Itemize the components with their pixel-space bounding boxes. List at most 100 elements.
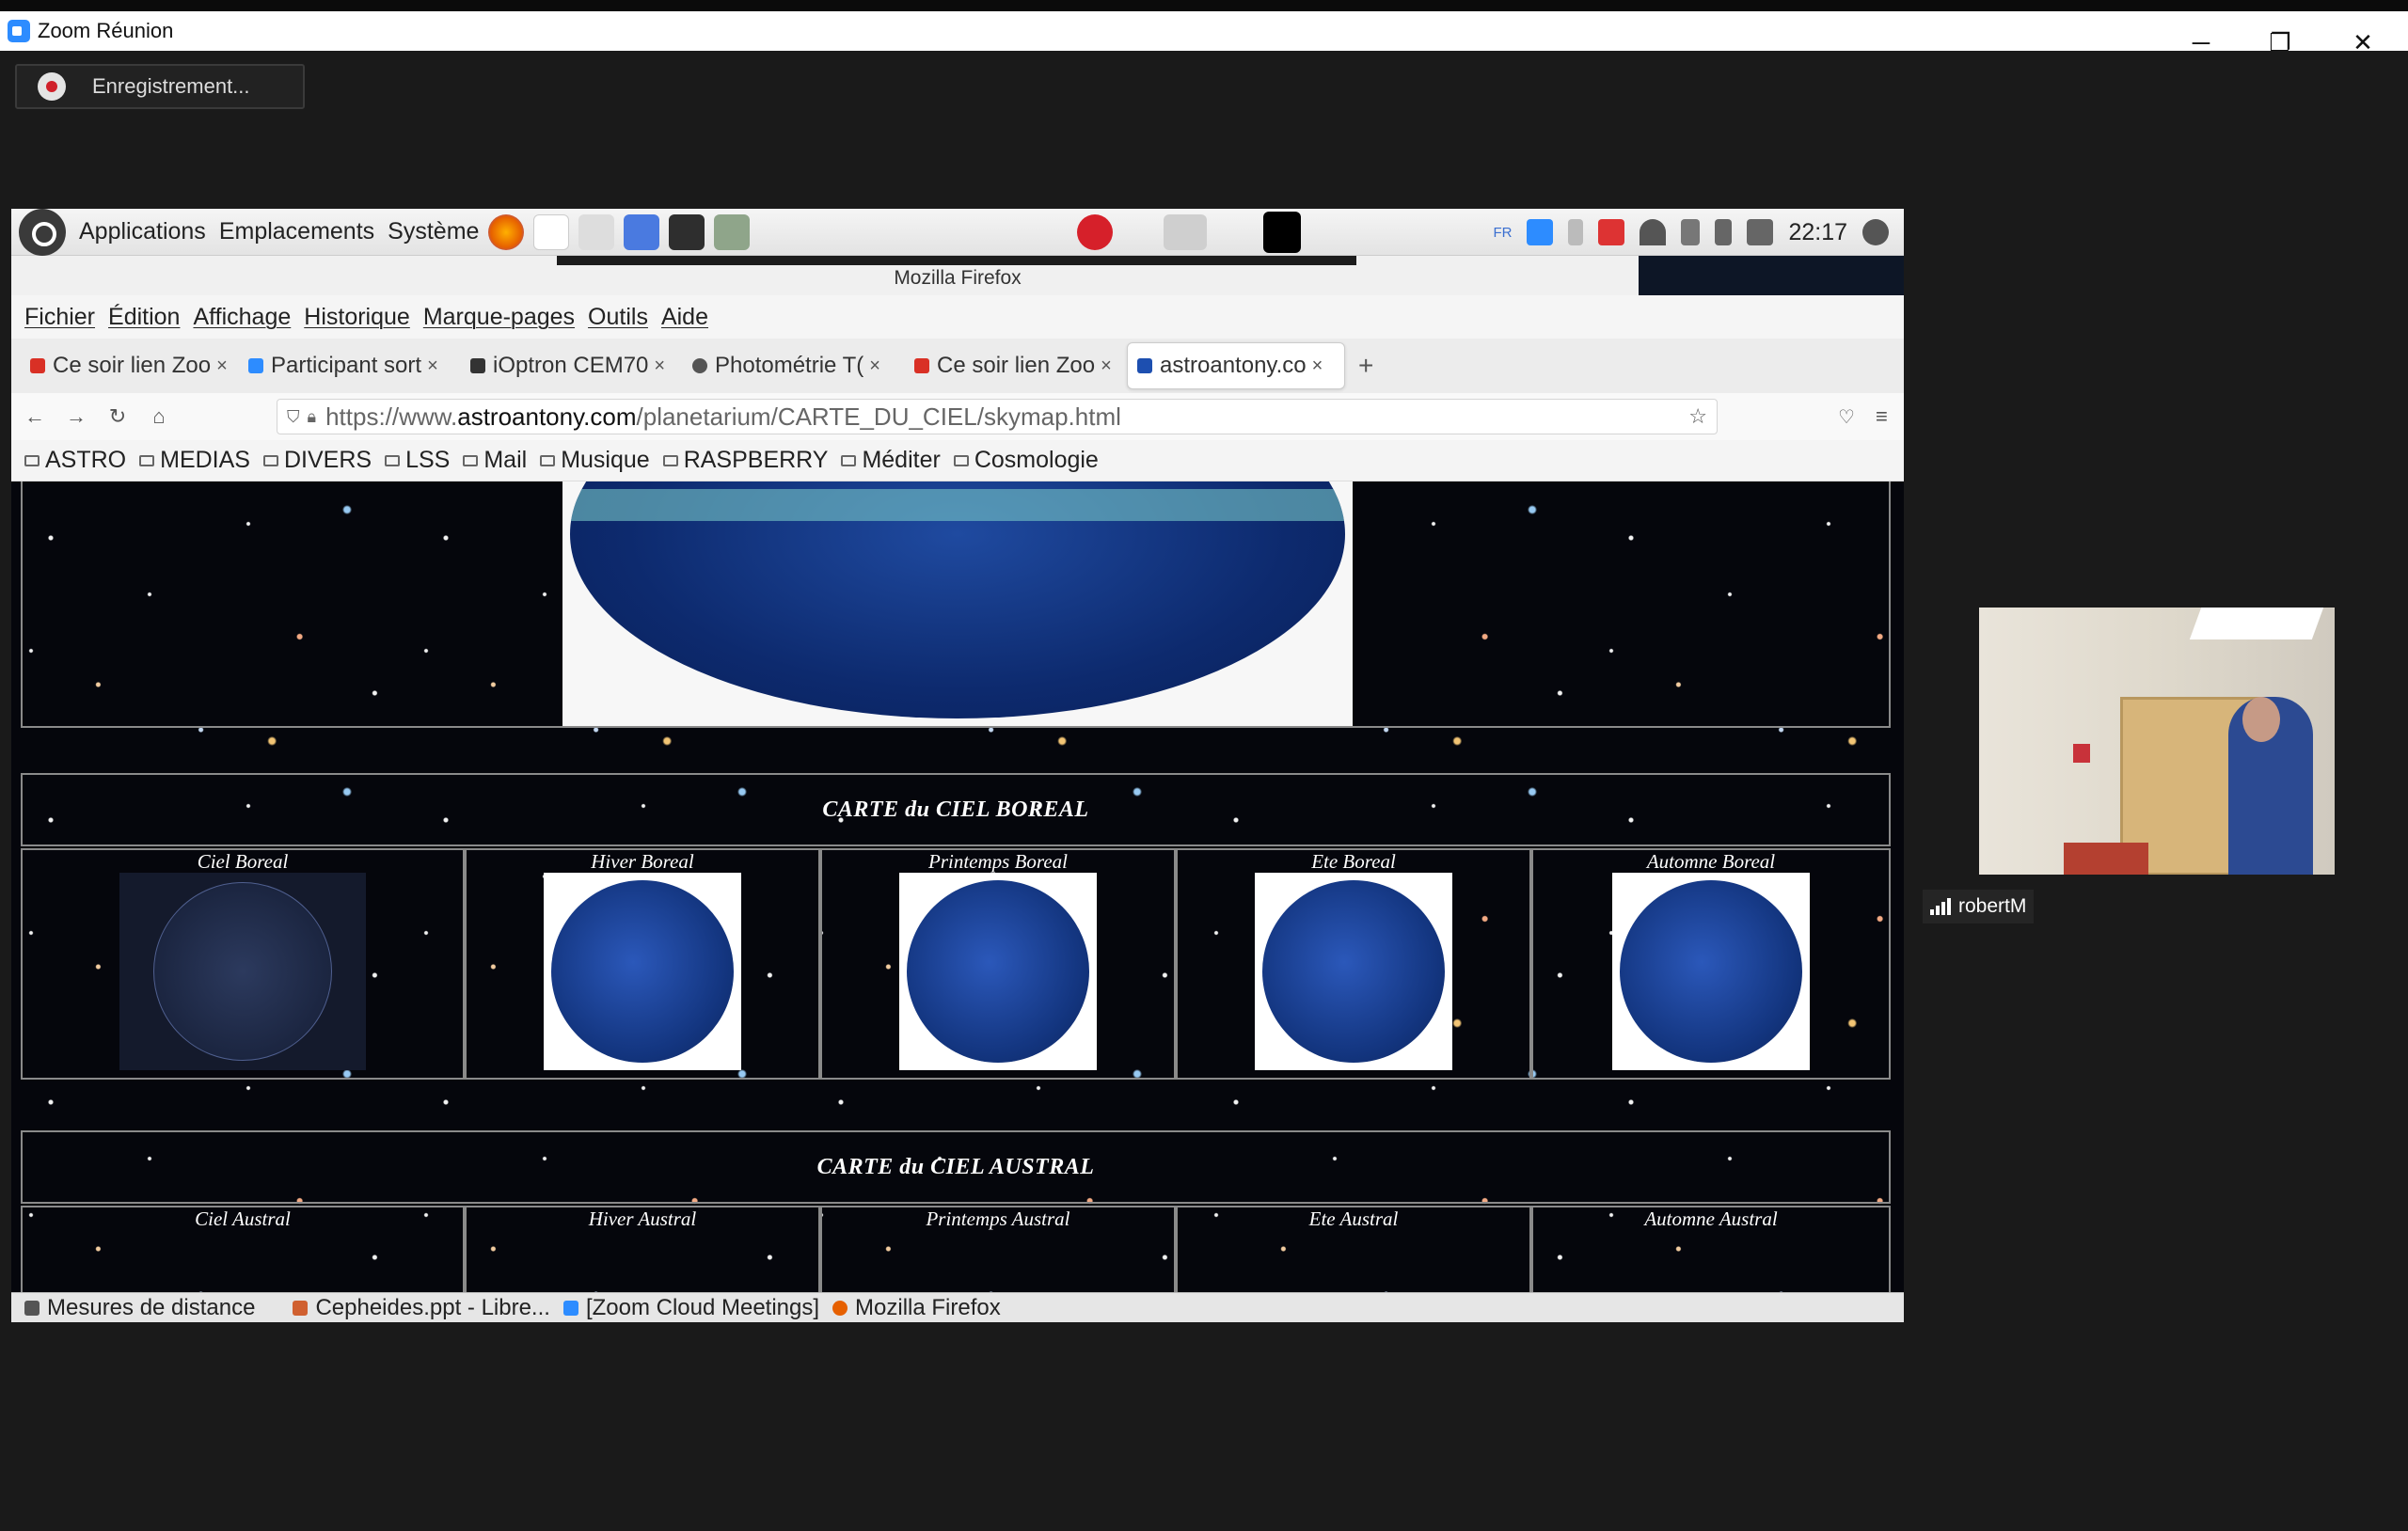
desktop-top-panel: Applications Emplacements Système FR 22:… xyxy=(11,209,1904,256)
skymap-page[interactable]: CARTE du CIEL BOREAL Ciel Boreal Hiver B… xyxy=(11,481,1904,1300)
zoom-icon xyxy=(562,1300,578,1316)
bookmark-folder[interactable]: DIVERS xyxy=(262,447,372,474)
panel-menu-places[interactable]: Emplacements xyxy=(219,218,374,245)
tab-astroantony[interactable]: astroantony.co × xyxy=(1127,342,1345,389)
panel-menu-system[interactable]: Système xyxy=(388,218,479,245)
map-title: Printemps Austral xyxy=(926,1207,1070,1230)
tab-close-icon[interactable]: × xyxy=(1312,355,1323,377)
menu-file[interactable]: Fichier xyxy=(24,304,95,331)
map-thumbnail[interactable] xyxy=(1255,873,1452,1070)
bookmark-folder[interactable]: RASPBERRY xyxy=(662,447,828,474)
shield-icon[interactable]: ⛉ xyxy=(287,407,300,427)
taskbar-item-firefox[interactable]: Mozilla Firefox xyxy=(832,1295,1001,1321)
taskbar-item-cepheides[interactable]: Cepheides.ppt - Libre... xyxy=(293,1295,550,1321)
map-thumbnail[interactable] xyxy=(119,873,366,1070)
url-bar[interactable]: ⛉ 🔒︎ https://www.astroantony.com/planeta… xyxy=(277,399,1718,434)
panel-clock[interactable]: 22:17 xyxy=(1788,219,1847,246)
new-tab-button[interactable]: + xyxy=(1358,351,1373,381)
map-cell-automne-boreal[interactable]: Automne Boreal xyxy=(1531,848,1891,1080)
boreal-section-header: CARTE du CIEL BOREAL xyxy=(21,773,1891,846)
forward-arrow-icon[interactable]: → xyxy=(58,404,94,429)
menu-help[interactable]: Aide xyxy=(661,304,708,331)
map-cell-ciel-boreal[interactable]: Ciel Boreal xyxy=(21,848,465,1080)
bluetooth-icon[interactable] xyxy=(1568,219,1584,245)
menu-tools[interactable]: Outils xyxy=(588,304,648,331)
map-cell-ciel-austral[interactable]: Ciel Austral xyxy=(21,1206,465,1300)
url-text[interactable]: https://www.astroantony.com/planetarium/… xyxy=(325,402,1121,432)
firefox-titlebar: Mozilla Firefox xyxy=(11,256,1904,295)
menu-bookmarks[interactable]: Marque-pages xyxy=(423,304,575,331)
tab-zoom-link-1[interactable]: Ce soir lien Zoo × xyxy=(21,342,239,389)
ubuntu-logo-icon[interactable] xyxy=(19,209,66,256)
bookmark-folder[interactable]: MEDIAS xyxy=(139,447,250,474)
map-cell-printemps-boreal[interactable]: Printemps Boreal xyxy=(820,848,1176,1080)
menu-view[interactable]: Affichage xyxy=(193,304,291,331)
bookmark-folder[interactable]: Méditer xyxy=(841,447,941,474)
tab-close-icon[interactable]: × xyxy=(427,355,438,377)
pocket-icon[interactable]: ♡ xyxy=(1838,405,1855,429)
map-thumbnail[interactable] xyxy=(1612,873,1810,1070)
hamburger-menu-icon[interactable]: ≡ xyxy=(1876,404,1888,429)
power-launcher-icon[interactable] xyxy=(1077,213,1114,250)
map-title: Printemps Boreal xyxy=(928,850,1068,873)
terminal-launcher-icon[interactable] xyxy=(669,213,705,250)
map-cell-ete-austral[interactable]: Ete Austral xyxy=(1176,1206,1531,1300)
lock-icon[interactable]: 🔒︎ xyxy=(308,407,317,427)
bookmark-folder[interactable]: Cosmologie xyxy=(953,447,1099,474)
file-manager-launcher-icon[interactable] xyxy=(714,213,751,250)
star-chart-disk xyxy=(551,880,734,1063)
map-cell-printemps-austral[interactable]: Printemps Austral xyxy=(820,1206,1176,1300)
taskbar-item-zoom[interactable]: [Zoom Cloud Meetings] xyxy=(562,1295,819,1321)
participant-name-tag: robertM xyxy=(1923,890,2035,923)
tab-close-icon[interactable]: × xyxy=(1101,355,1112,377)
cards-game-launcher-icon[interactable] xyxy=(533,213,570,250)
window-switcher-icon[interactable] xyxy=(1164,213,1208,250)
menu-history[interactable]: Historique xyxy=(304,304,410,331)
map-cell-ete-boreal[interactable]: Ete Boreal xyxy=(1176,848,1531,1080)
bookmark-folder[interactable]: ASTRO xyxy=(24,447,126,474)
reload-icon[interactable]: ↻ xyxy=(100,404,135,429)
map-thumbnail[interactable] xyxy=(899,873,1097,1070)
tab-close-icon[interactable]: × xyxy=(654,355,665,377)
bookmark-folder[interactable]: Mail xyxy=(463,447,527,474)
tab-close-icon[interactable]: × xyxy=(216,355,228,377)
panel-menu-applications[interactable]: Applications xyxy=(79,218,206,245)
recording-badge[interactable]: Enregistrement... xyxy=(15,64,305,109)
folder-icon xyxy=(463,454,479,466)
bookmark-folder[interactable]: LSS xyxy=(385,447,450,474)
shared-screen[interactable]: Applications Emplacements Système FR 22:… xyxy=(11,209,1904,1322)
tab-zoom-link-2[interactable]: Ce soir lien Zoo × xyxy=(905,342,1127,389)
map-thumbnail[interactable] xyxy=(544,873,741,1070)
bookmark-star-icon[interactable]: ☆ xyxy=(1688,404,1707,429)
map-cell-automne-austral[interactable]: Automne Austral xyxy=(1531,1206,1891,1300)
home-icon[interactable]: ⌂ xyxy=(141,404,177,429)
shutdown-icon[interactable] xyxy=(1862,219,1889,245)
map-cell-hiver-austral[interactable]: Hiver Austral xyxy=(465,1206,820,1300)
tab-close-icon[interactable]: × xyxy=(869,355,880,377)
austral-section-title: CARTE du CIEL AUSTRAL xyxy=(816,1154,1095,1179)
zoom-tray-icon[interactable] xyxy=(1527,219,1554,245)
notification-bell-icon[interactable] xyxy=(1681,219,1701,245)
taskbar-item-distance[interactable]: Mesures de distance xyxy=(24,1295,255,1321)
battery-icon[interactable] xyxy=(1715,219,1733,245)
bookmark-folder[interactable]: Musique xyxy=(540,447,650,474)
tab-label: Photométrie T( xyxy=(715,353,864,378)
boreal-section-title: CARTE du CIEL BOREAL xyxy=(822,797,1089,822)
tab-ioptron[interactable]: iOptron CEM70 × xyxy=(461,342,683,389)
firefox-launcher-icon[interactable] xyxy=(488,213,525,250)
map-cell-hiver-boreal[interactable]: Hiver Boreal xyxy=(465,848,820,1080)
screenshot-launcher-icon[interactable] xyxy=(624,213,660,250)
map-title: Hiver Boreal xyxy=(591,850,694,873)
back-arrow-icon[interactable]: ← xyxy=(17,404,53,429)
tab-photometrie[interactable]: Photométrie T( × xyxy=(683,342,905,389)
telescope-launcher-icon[interactable] xyxy=(578,213,615,250)
globe-favicon-icon xyxy=(692,358,707,373)
firefox-menubar: Fichier Édition Affichage Historique Mar… xyxy=(11,295,1904,339)
indicator-red-icon[interactable] xyxy=(1598,219,1625,245)
participant-video[interactable] xyxy=(1979,608,2335,875)
wifi-icon[interactable] xyxy=(1640,219,1667,245)
tab-participant[interactable]: Participant sort × xyxy=(239,342,461,389)
menu-edit[interactable]: Édition xyxy=(108,304,180,331)
volume-icon[interactable] xyxy=(1747,219,1774,245)
keyboard-layout-indicator[interactable]: FR xyxy=(1493,225,1512,241)
